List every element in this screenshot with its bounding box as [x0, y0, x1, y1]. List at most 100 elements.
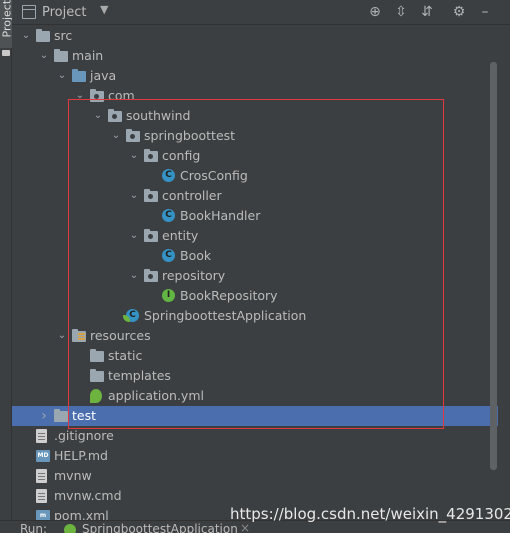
tree-row-label: templates [108, 368, 171, 383]
expand-all-icon[interactable]: ⇳ [392, 3, 410, 21]
package-dot [148, 274, 153, 279]
folder-icon [90, 369, 104, 382]
project-side-tab[interactable]: Project [0, 0, 14, 48]
gear-icon[interactable]: ⚙ [450, 3, 468, 21]
tree-row-springboottestapplication[interactable]: C SpringboottestApplication [12, 306, 498, 326]
spring-boot-icon [64, 524, 76, 533]
package-icon [90, 89, 104, 102]
chevron-down-icon[interactable]: ▼ [100, 3, 108, 16]
tree-row-entity[interactable]: ⌄ entity [12, 226, 498, 246]
markdown-file-icon: MD [36, 450, 50, 462]
tree-row-label: SpringboottestApplication [144, 308, 307, 323]
tree-row-label: mvnw [54, 468, 92, 483]
chevron-down-icon[interactable]: ⌄ [20, 27, 32, 45]
package-dot [148, 234, 153, 239]
tree-row-gitignore[interactable]: .gitignore [12, 426, 498, 446]
file-icon [36, 489, 47, 503]
gutter-mark [505, 250, 510, 256]
tree-row-springboottest[interactable]: ⌄ springboottest [12, 126, 498, 146]
package-dot [94, 94, 99, 99]
chevron-down-icon[interactable]: ⌄ [128, 147, 140, 165]
editor-gutter-marks [505, 210, 510, 380]
tree-row-java[interactable]: ⌄ java [12, 66, 498, 86]
run-tab-title[interactable]: SpringboottestApplication [82, 522, 238, 533]
tree-row-book[interactable]: C Book [12, 246, 498, 266]
tree-row-label: static [108, 348, 143, 363]
tree-row-label: repository [162, 268, 226, 283]
watermark-text: https://blog.csdn.net/weixin_42913025 [230, 505, 510, 523]
tree-row-label: resources [90, 328, 151, 343]
chevron-down-icon[interactable]: ⌄ [38, 47, 50, 65]
tree-row-label: java [90, 68, 117, 83]
tree-row-resources[interactable]: ⌄ resources [12, 326, 498, 346]
tree-row-label: config [162, 148, 201, 163]
tree-row-bookhandler[interactable]: C BookHandler [12, 206, 498, 226]
tree-row-label: entity [162, 228, 199, 243]
tree-row-label: Book [180, 248, 212, 263]
vertical-scrollbar[interactable] [490, 62, 497, 470]
source-folder-icon [72, 69, 86, 82]
class-icon: C [162, 249, 175, 262]
tree-row-mvnw[interactable]: mvnw [12, 466, 498, 486]
gutter-mark [505, 290, 510, 296]
spring-leaf [123, 315, 130, 322]
chevron-down-icon[interactable]: ⌄ [74, 87, 86, 105]
tree-row-test[interactable]: › test [12, 406, 498, 426]
tree-row-templates[interactable]: templates [12, 366, 498, 386]
tree-row-application-yml[interactable]: application.yml [12, 386, 498, 406]
class-icon: C [162, 209, 175, 222]
package-icon [144, 269, 158, 282]
tree-row-label: HELP.md [54, 448, 108, 463]
tree-row-static[interactable]: static [12, 346, 498, 366]
tree-row-help-md[interactable]: MD HELP.md [12, 446, 498, 466]
interface-icon: I [162, 289, 175, 302]
chevron-down-icon[interactable]: ⌄ [56, 327, 68, 345]
tree-row-label: springboottest [144, 128, 236, 143]
chevron-down-icon[interactable]: ⌄ [110, 127, 122, 145]
chevron-down-icon[interactable]: ⌄ [56, 67, 68, 85]
tree-row-controller[interactable]: ⌄ controller [12, 186, 498, 206]
chevron-right-icon[interactable]: › [38, 407, 50, 425]
tree-row-repository[interactable]: ⌄ repository [12, 266, 498, 286]
tree-row-main[interactable]: ⌄ main [12, 46, 498, 66]
chevron-down-icon[interactable]: ⌄ [128, 267, 140, 285]
folder-icon [54, 49, 68, 62]
tree-row-mvnw-cmd[interactable]: mvnw.cmd [12, 486, 498, 506]
package-dot [148, 154, 153, 159]
project-view-selector[interactable]: Project [42, 5, 86, 20]
collapse-all-icon[interactable]: ⇵ [418, 3, 436, 21]
package-icon [144, 229, 158, 242]
project-tool-window-stripe: Project [0, 0, 14, 533]
tree-row-label: CrosConfig [180, 168, 248, 183]
tree-row-southwind[interactable]: ⌄ southwind [12, 106, 498, 126]
chevron-down-icon[interactable]: ⌄ [92, 107, 104, 125]
tree-row-label: test [72, 408, 97, 423]
tree-row-label: BookRepository [180, 288, 278, 303]
resources-marker [78, 333, 85, 340]
tree-row-label: pom.xml [54, 508, 109, 520]
tree-row-bookrepository[interactable]: I BookRepository [12, 286, 498, 306]
resources-folder-icon [72, 329, 86, 342]
tree-row-label: controller [162, 188, 222, 203]
package-icon [126, 129, 140, 142]
spring-boot-class-icon: C [123, 309, 139, 322]
folder-icon [54, 409, 68, 422]
chevron-down-icon[interactable]: ⌄ [128, 187, 140, 205]
project-tree[interactable]: ⌄ src ⌄ main ⌄ java ⌄ com ⌄ southwind ⌄ springboott… [12, 26, 498, 520]
tree-row-crosconfig[interactable]: C CrosConfig [12, 166, 498, 186]
tree-row-com[interactable]: ⌄ com [12, 86, 498, 106]
tree-row-config[interactable]: ⌄ config [12, 146, 498, 166]
chevron-down-icon[interactable]: ⌄ [128, 227, 140, 245]
folder-icon [36, 29, 50, 42]
folder-icon [90, 349, 104, 362]
class-icon: C [162, 169, 175, 182]
run-label: Run: [20, 522, 48, 533]
locate-icon[interactable]: ⊕ [366, 3, 384, 21]
tree-row-label: mvnw.cmd [54, 488, 122, 503]
minimize-icon[interactable]: – [476, 3, 494, 21]
package-dot [112, 114, 117, 119]
package-dot [148, 194, 153, 199]
tree-row-src[interactable]: ⌄ src [12, 26, 498, 46]
gutter-mark [505, 210, 510, 216]
file-icon [36, 429, 47, 443]
